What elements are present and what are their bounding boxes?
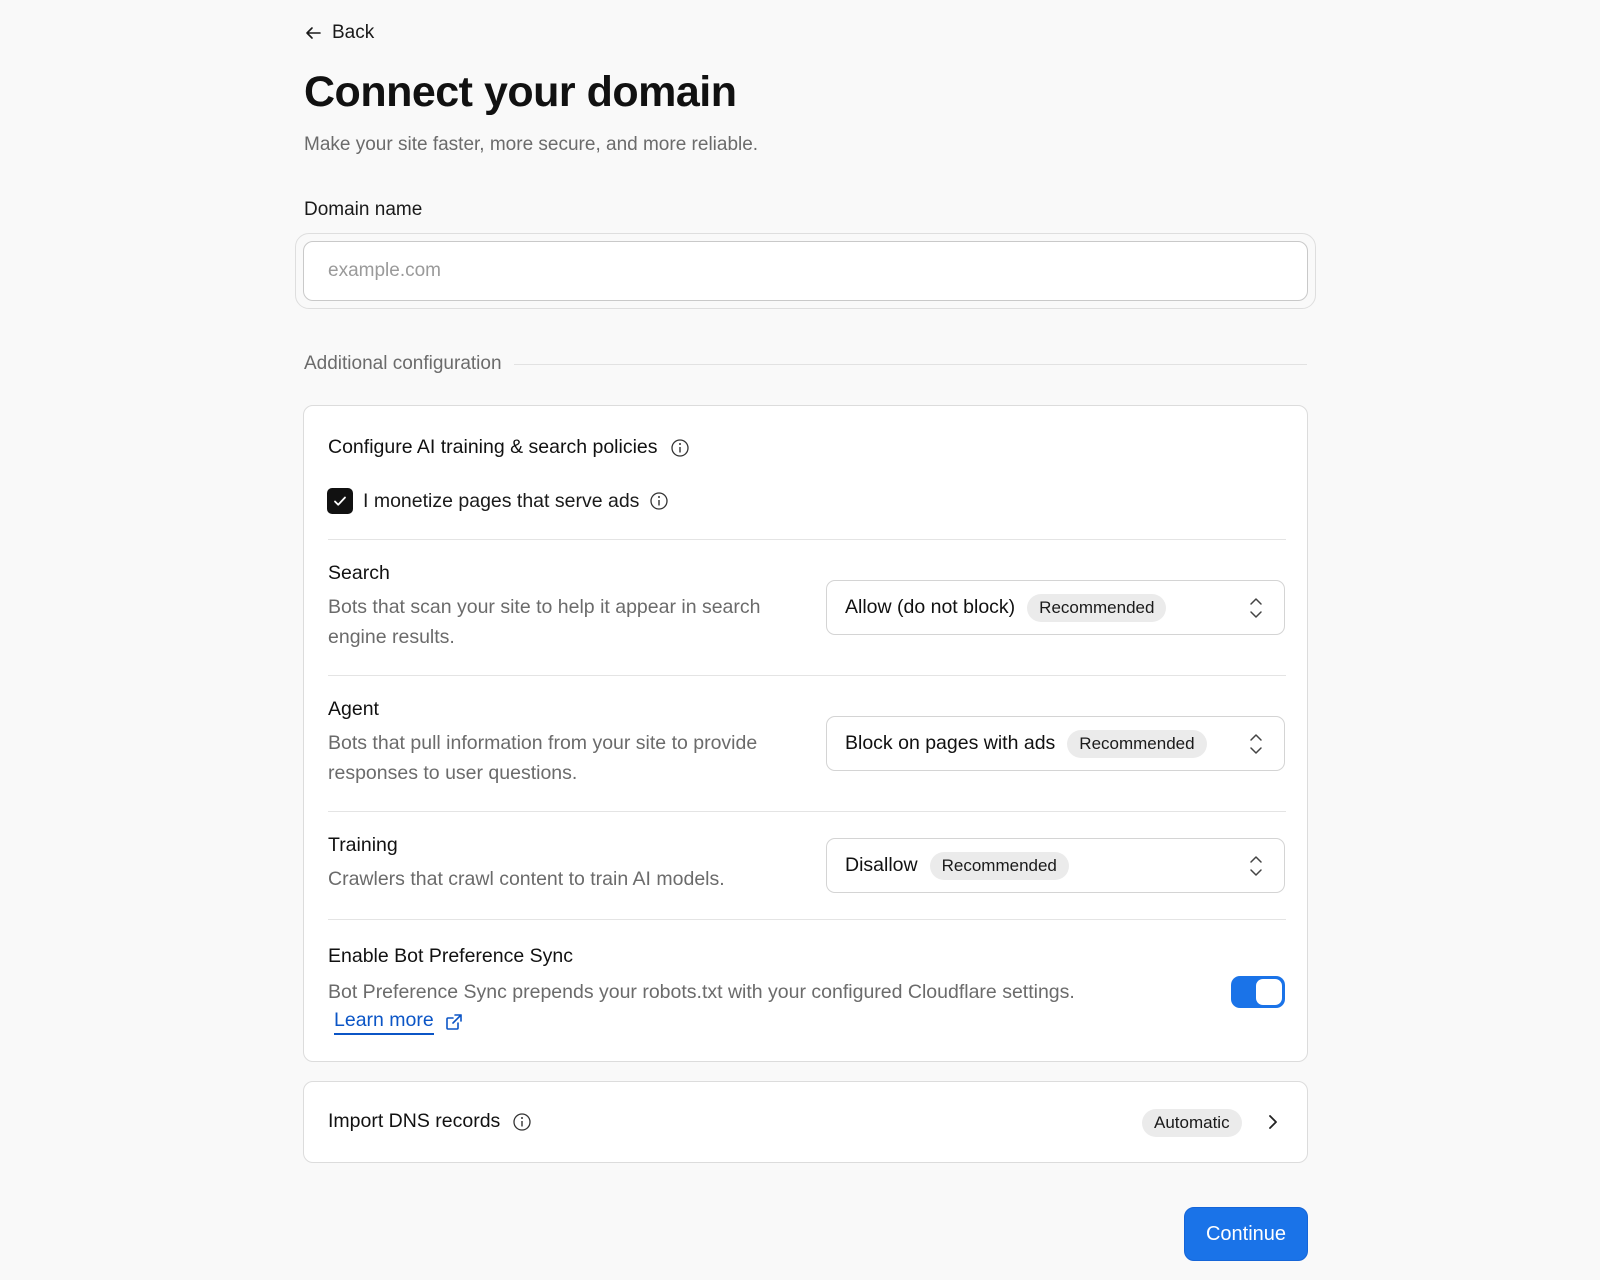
search-row-description: Bots that scan your site to help it appe… <box>328 596 761 648</box>
ai-policies-card: Configure AI training & search policies … <box>303 405 1308 1062</box>
learn-more-label: Learn more <box>334 1009 434 1035</box>
monetize-checkbox[interactable] <box>327 488 353 514</box>
bot-sync-title: Enable Bot Preference Sync <box>328 945 573 967</box>
info-icon[interactable] <box>649 491 669 511</box>
import-dns-title: Import DNS records <box>328 1110 532 1133</box>
domain-name-label: Domain name <box>304 199 423 220</box>
divider <box>328 919 1286 920</box>
back-link[interactable]: Back <box>304 20 374 46</box>
search-policy-select[interactable]: Allow (do not block) Recommended <box>826 580 1285 635</box>
select-value: Block on pages with ads <box>845 732 1056 754</box>
domain-name-input[interactable] <box>303 241 1308 301</box>
monetize-checkbox-row[interactable]: I monetize pages that serve ads <box>327 488 669 514</box>
additional-config-header: Additional configuration <box>304 353 1307 375</box>
back-label: Back <box>332 22 375 43</box>
monetize-label: I monetize pages that serve ads <box>363 489 640 512</box>
arrow-left-icon <box>304 24 322 42</box>
divider <box>328 675 1286 676</box>
external-link-icon <box>444 1012 464 1032</box>
import-dns-card[interactable]: Import DNS records Automatic <box>303 1081 1308 1163</box>
chevron-up-down-icon <box>1248 731 1264 757</box>
ai-policies-title: Configure AI training & search policies <box>328 436 690 459</box>
recommended-badge: Recommended <box>1027 593 1167 622</box>
section-divider <box>513 363 1307 365</box>
chevron-up-down-icon <box>1248 595 1264 621</box>
page-title: Connect your domain <box>304 68 737 116</box>
chevron-right-icon <box>1266 1112 1280 1132</box>
chevron-up-down-icon <box>1248 853 1264 879</box>
agent-row-description: Bots that pull information from your sit… <box>328 732 758 784</box>
recommended-badge: Recommended <box>929 851 1069 880</box>
divider <box>328 811 1286 812</box>
divider <box>328 539 1286 540</box>
info-icon[interactable] <box>670 438 690 458</box>
select-value: Disallow <box>845 854 918 876</box>
training-policy-select[interactable]: Disallow Recommended <box>826 838 1285 893</box>
ai-policies-title-text: Configure AI training & search policies <box>328 436 658 458</box>
agent-policy-select[interactable]: Block on pages with ads Recommended <box>826 716 1285 771</box>
select-value: Allow (do not block) <box>845 596 1016 618</box>
recommended-badge: Recommended <box>1067 729 1207 758</box>
import-dns-title-text: Import DNS records <box>328 1110 501 1132</box>
training-row-title: Training <box>328 834 398 856</box>
toggle-knob <box>1256 979 1282 1005</box>
page-subtitle: Make your site faster, more secure, and … <box>304 134 759 155</box>
training-row-description: Crawlers that crawl content to train AI … <box>328 868 725 890</box>
learn-more-link[interactable]: Learn more <box>334 1009 464 1035</box>
agent-row-title: Agent <box>328 698 379 720</box>
search-row-title: Search <box>328 562 390 584</box>
bot-sync-toggle[interactable] <box>1231 976 1285 1008</box>
info-icon[interactable] <box>512 1112 532 1132</box>
automatic-badge: Automatic <box>1142 1109 1242 1137</box>
section-title: Additional configuration <box>304 353 502 374</box>
checkmark-icon <box>334 496 346 506</box>
continue-button[interactable]: Continue <box>1184 1207 1308 1261</box>
bot-sync-description: Bot Preference Sync prepends your robots… <box>328 981 1075 1003</box>
